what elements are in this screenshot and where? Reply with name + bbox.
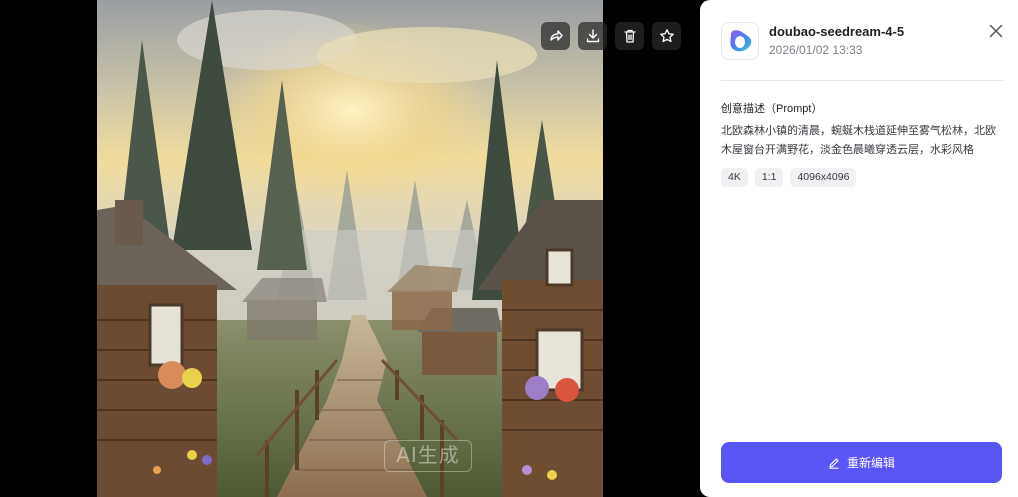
reedit-button[interactable]: 重新编辑 <box>721 442 1002 483</box>
image-viewer: AI生成 <box>0 0 700 497</box>
parameter-tags: 4K 1:1 4096x4096 <box>721 168 857 187</box>
edit-pencil-icon <box>829 457 839 469</box>
favorite-button[interactable] <box>652 22 681 50</box>
prompt-text: 北欧森林小镇的清晨，蜿蜒木栈道延伸至雾气松林，北欧木屋窗台开满野花，淡金色晨曦穿… <box>721 125 996 156</box>
aspect-ratio-tag: 1:1 <box>754 168 784 187</box>
reedit-label: 重新编辑 <box>846 456 895 470</box>
prompt-section-title: 创意描述（Prompt） <box>721 103 823 115</box>
share-icon <box>549 30 563 41</box>
resolution-tag: 4K <box>721 168 748 187</box>
close-icon <box>989 24 1003 38</box>
ai-generated-watermark: AI生成 <box>384 440 472 472</box>
dimensions-tag: 4096x4096 <box>790 168 857 187</box>
model-logo <box>721 22 759 60</box>
download-button[interactable] <box>578 22 607 50</box>
close-button[interactable] <box>987 22 1005 40</box>
divider <box>721 80 1004 81</box>
trash-icon <box>623 29 636 43</box>
image-toolbar <box>541 22 681 50</box>
detail-panel: doubao-seedream-4-5 2026/01/02 13:33 创意描… <box>700 0 1018 497</box>
model-name: doubao-seedream-4-5 <box>769 24 905 39</box>
generation-date: 2026/01/02 13:33 <box>769 43 863 57</box>
share-button[interactable] <box>541 22 570 50</box>
download-icon <box>586 29 599 43</box>
star-icon <box>659 29 674 43</box>
generated-image[interactable] <box>97 0 603 497</box>
doubao-logo-icon <box>730 30 752 52</box>
delete-button[interactable] <box>615 22 644 50</box>
watercolor-forest-village-image <box>97 0 603 497</box>
